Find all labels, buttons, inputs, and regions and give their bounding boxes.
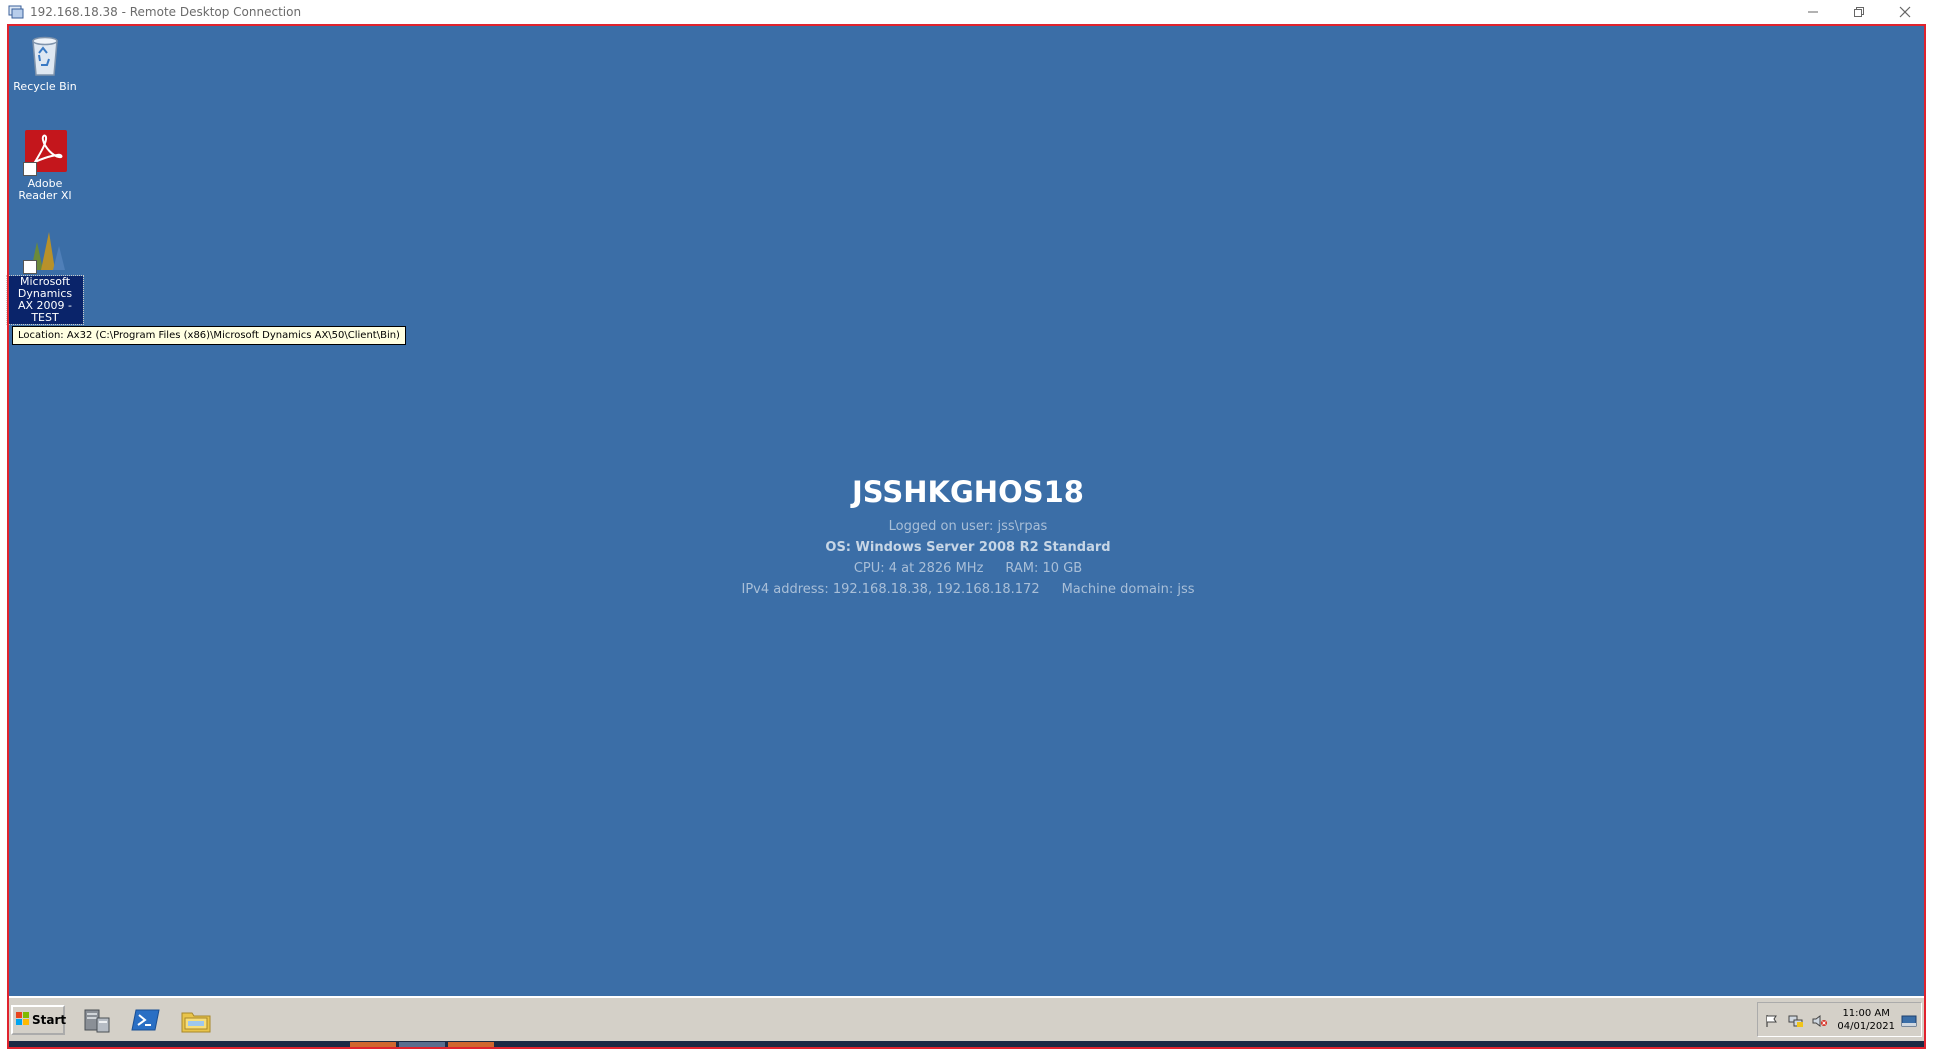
network-line: IPv4 address: 192.168.18.38, 192.168.18.… — [500, 579, 1436, 600]
windows-logo-icon — [16, 1011, 30, 1029]
local-taskbar-strip — [7, 1041, 1926, 1049]
shortcut-arrow-icon — [23, 162, 37, 176]
desktop-icon-dynamics-ax[interactable]: Microsoft Dynamics AX 2009 - TEST — [6, 226, 84, 325]
recycle-bin-icon — [21, 31, 69, 79]
close-button[interactable] — [1882, 0, 1928, 24]
volume-muted-icon[interactable] — [1812, 1013, 1828, 1027]
system-tray: 11:00 AM 04/01/2021 — [1757, 1002, 1922, 1037]
adobe-reader-icon — [21, 128, 69, 176]
bginfo-panel: JSSHKGHOS18 Logged on user: jss\rpas OS:… — [500, 472, 1436, 600]
start-label: Start — [32, 1013, 67, 1027]
desktop-icon-label: Microsoft Dynamics AX 2009 - TEST — [6, 275, 84, 325]
minimize-button[interactable] — [1790, 0, 1836, 24]
taskbar: Start 11:00 AM 04/01/2021 — [7, 996, 1926, 1041]
taskbar-segment — [399, 1042, 445, 1047]
dynamics-ax-icon — [21, 226, 69, 274]
desktop-icon-label: Recycle Bin — [13, 80, 77, 93]
shortcut-arrow-icon — [23, 260, 37, 274]
show-desktop-icon[interactable] — [1901, 1013, 1917, 1027]
powershell-icon[interactable] — [129, 1004, 163, 1036]
location-tooltip: Location: Ax32 (C:\Program Files (x86)\M… — [12, 326, 406, 345]
domain-info: Machine domain: jss — [1061, 582, 1195, 597]
clock-date: 04/01/2021 — [1837, 1021, 1895, 1032]
remote-desktop-icon — [8, 4, 24, 20]
server-manager-icon[interactable] — [79, 1004, 113, 1036]
taskbar-segment — [448, 1042, 494, 1047]
ipv4-info: IPv4 address: 192.168.18.38, 192.168.18.… — [741, 582, 1040, 597]
os-info: OS: Windows Server 2008 R2 Standard — [825, 540, 1111, 555]
network-icon[interactable] — [1788, 1013, 1804, 1027]
action-center-flag-icon[interactable] — [1764, 1013, 1780, 1027]
clock-time: 11:00 AM — [1842, 1008, 1890, 1019]
system-clock[interactable]: 11:00 AM 04/01/2021 — [1837, 1007, 1895, 1033]
cpu-ram-line: CPU: 4 at 2826 MHz RAM: 10 GB — [500, 558, 1436, 579]
start-button[interactable]: Start — [11, 1005, 67, 1035]
ram-info: RAM: 10 GB — [1005, 561, 1083, 576]
desktop-icon-adobe-reader[interactable]: Adobe Reader XI — [7, 128, 83, 202]
explorer-icon[interactable] — [179, 1004, 213, 1036]
logged-on-user: Logged on user: jss\rpas — [888, 519, 1048, 534]
window-title: 192.168.18.38 - Remote Desktop Connectio… — [30, 5, 302, 19]
desktop-icon-recycle-bin[interactable]: Recycle Bin — [7, 31, 83, 93]
window-title-bar[interactable]: 192.168.18.38 - Remote Desktop Connectio… — [0, 0, 1936, 24]
hostname: JSSHKGHOS18 — [852, 475, 1084, 509]
restore-button[interactable] — [1836, 0, 1882, 24]
desktop-icon-label: Adobe Reader XI — [18, 177, 72, 202]
taskbar-segment — [350, 1042, 396, 1047]
cpu-info: CPU: 4 at 2826 MHz — [853, 561, 984, 576]
